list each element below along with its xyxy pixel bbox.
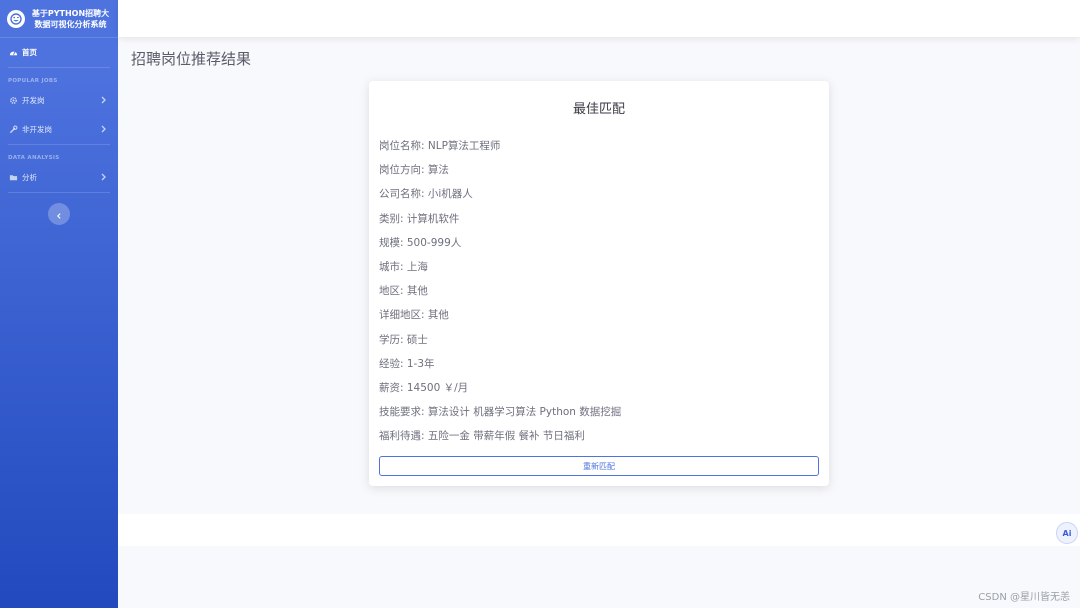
field-job-direction: 岗位方向: 算法 [379, 164, 449, 177]
footer-strip [118, 514, 1080, 546]
chevron-right-icon [98, 124, 108, 134]
rematch-button[interactable]: 重新匹配 [379, 456, 819, 476]
ai-icon: Ai [1062, 528, 1072, 538]
tachometer-icon [8, 48, 18, 58]
laugh-wink-icon [7, 9, 25, 28]
sidebar-item-home[interactable]: 首页 [0, 38, 118, 67]
sidebar: 基于PYTHON招聘大数据可视化分析系统 首页 POPULAR JOBS 开发岗 [0, 0, 118, 608]
sidebar-item-label: 首页 [22, 48, 37, 57]
field-company: 公司名称: 小i机器人 [379, 188, 473, 201]
field-skills: 技能要求: 算法设计 机器学习算法 Python 数据挖掘 [379, 406, 622, 419]
sidebar-item-label: 开发岗 [22, 96, 45, 105]
sidebar-item-dev-jobs[interactable]: 开发岗 [0, 86, 118, 115]
sidebar-heading-popular-jobs: POPULAR JOBS [8, 78, 58, 84]
field-scale: 规模: 500-999人 [379, 236, 462, 249]
sidebar-item-label: 分析 [22, 173, 37, 182]
job-fields: 岗位名称: NLP算法工程师 岗位方向: 算法 公司名称: 小i机器人 类别: … [379, 139, 819, 453]
field-detail-district: 详细地区: 其他 [379, 309, 449, 322]
sidebar-item-nondev-jobs[interactable]: 非开发岗 [0, 115, 118, 144]
field-benefits: 福利待遇: 五险一金 带薪年假 餐补 节日福利 [379, 430, 585, 443]
sidebar-item-analysis[interactable]: 分析 [0, 163, 118, 192]
gear-icon [8, 96, 18, 106]
field-category: 类别: 计算机软件 [379, 212, 460, 225]
sidebar-brand[interactable]: 基于PYTHON招聘大数据可视化分析系统 [0, 0, 118, 38]
chevron-left-icon [55, 205, 63, 224]
folder-icon [8, 173, 18, 183]
app-root: 基于PYTHON招聘大数据可视化分析系统 首页 POPULAR JOBS 开发岗 [0, 0, 1080, 608]
chevron-right-icon [98, 95, 108, 105]
field-job-name: 岗位名称: NLP算法工程师 [379, 140, 501, 152]
sidebar-divider [8, 192, 110, 193]
chevron-right-icon [98, 172, 108, 182]
sidebar-brand-text: 基于PYTHON招聘大数据可视化分析系统 [31, 8, 110, 29]
wrench-icon [8, 125, 18, 135]
field-district: 地区: 其他 [379, 285, 428, 298]
page-title: 招聘岗位推荐结果 [131, 50, 252, 68]
ai-assistant-button[interactable]: Ai [1056, 522, 1078, 544]
result-card: 最佳匹配 岗位名称: NLP算法工程师 岗位方向: 算法 公司名称: 小i机器人… [369, 81, 829, 486]
field-salary: 薪资: 14500 ￥/月 [379, 381, 469, 394]
field-experience: 经验: 1-3年 [379, 357, 435, 370]
watermark: CSDN @星川皆无恙 [978, 592, 1070, 603]
sidebar-item-label: 非开发岗 [22, 125, 52, 134]
field-education: 学历: 硕士 [379, 333, 428, 346]
sidebar-toggle-button[interactable] [48, 203, 70, 225]
sidebar-heading-data-analysis: DATA ANALYSIS [8, 155, 60, 161]
field-city: 城市: 上海 [379, 260, 428, 273]
card-title: 最佳匹配 [572, 102, 625, 117]
topbar [118, 0, 1080, 37]
